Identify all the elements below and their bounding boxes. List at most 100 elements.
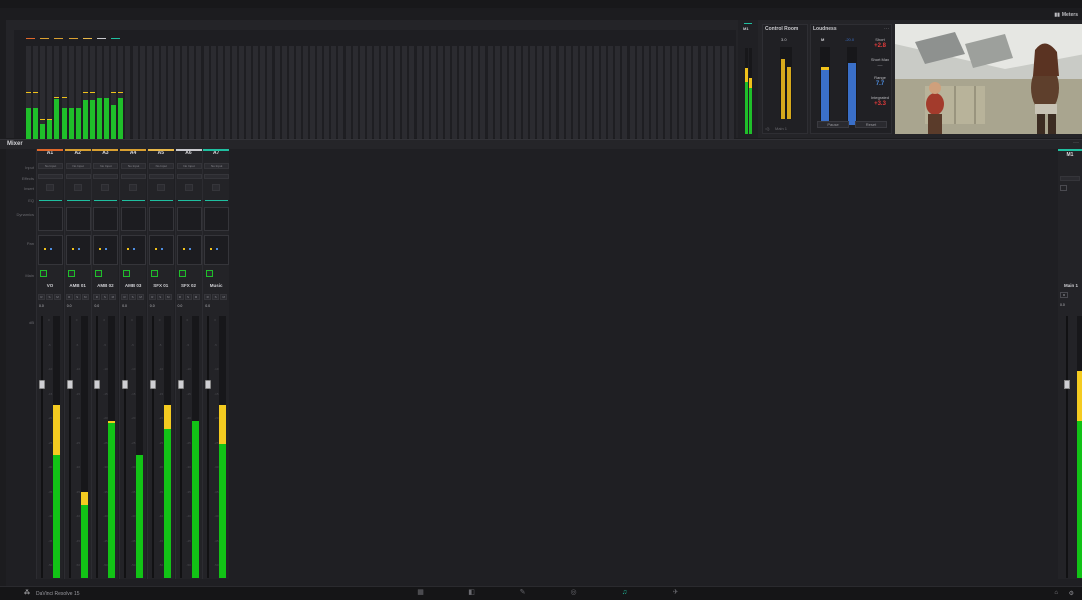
effects-slot[interactable] xyxy=(93,174,119,179)
fader-cap[interactable] xyxy=(122,380,129,389)
fairlight-page-icon[interactable]: ♫ xyxy=(620,589,629,597)
input-selector[interactable]: No Input xyxy=(204,163,230,169)
fader-cap[interactable] xyxy=(39,380,45,389)
dynamics-graph[interactable] xyxy=(176,207,202,231)
color-page-icon[interactable]: ◎ xyxy=(569,589,578,597)
fusion-page-icon[interactable]: ✎ xyxy=(518,589,527,597)
eq-curve[interactable] xyxy=(66,200,90,201)
pan-control[interactable] xyxy=(176,235,202,265)
insert-button[interactable] xyxy=(212,184,221,191)
input-selector[interactable]: No Input xyxy=(93,163,119,169)
solo-button[interactable]: S xyxy=(101,294,109,300)
solo-button[interactable]: S xyxy=(129,294,137,300)
edit-page-icon[interactable]: ◧ xyxy=(467,589,476,597)
input-selector[interactable]: No Input xyxy=(38,163,63,169)
main-fader-cap[interactable] xyxy=(1064,380,1070,389)
main-assign-button[interactable] xyxy=(206,270,214,277)
mute-button[interactable]: M xyxy=(192,294,200,300)
main-assign-button[interactable] xyxy=(67,270,75,277)
fader-cap[interactable] xyxy=(66,380,73,389)
effects-slot[interactable] xyxy=(121,174,147,179)
mute-button[interactable]: M xyxy=(137,294,145,300)
record-button[interactable]: R xyxy=(65,294,73,300)
solo-button[interactable]: S xyxy=(46,294,53,300)
mute-button[interactable]: M xyxy=(54,294,61,300)
meters-panel: M1 Control Room 3.0 ◁) Main 1 Loudness ·… xyxy=(6,20,1082,146)
main-insert-button[interactable] xyxy=(1060,185,1067,191)
effects-slot[interactable] xyxy=(204,174,230,179)
record-button[interactable]: R xyxy=(93,294,101,300)
meters-toggle-button[interactable]: ▮▮ Meters xyxy=(1054,10,1078,19)
loudness-menu-icon[interactable]: ··· xyxy=(884,26,889,32)
record-button[interactable]: R xyxy=(121,294,129,300)
eq-curve[interactable] xyxy=(205,200,229,201)
pan-control[interactable] xyxy=(93,235,119,265)
insert-button[interactable] xyxy=(46,184,54,191)
record-button[interactable]: R xyxy=(204,294,212,300)
record-button[interactable]: R xyxy=(176,294,184,300)
record-button[interactable]: R xyxy=(38,294,45,300)
effects-slot[interactable] xyxy=(148,174,174,179)
eq-curve[interactable] xyxy=(94,200,118,201)
speaker-icon[interactable]: ◁) xyxy=(765,126,769,131)
main-assign-button[interactable] xyxy=(40,270,47,277)
solo-button[interactable]: S xyxy=(156,294,164,300)
insert-button[interactable] xyxy=(184,184,193,191)
fader-cap[interactable] xyxy=(149,380,156,389)
solo-button[interactable]: S xyxy=(212,294,220,300)
pan-control[interactable] xyxy=(204,235,230,265)
deliver-page-icon[interactable]: ✈ xyxy=(671,589,680,597)
loudness-pause-button[interactable]: Pause xyxy=(817,121,849,128)
pan-control[interactable] xyxy=(38,235,63,265)
record-button[interactable]: R xyxy=(148,294,156,300)
mute-button[interactable]: M xyxy=(109,294,117,300)
mute-button[interactable]: M xyxy=(220,294,228,300)
pan-control[interactable] xyxy=(65,235,91,265)
input-selector[interactable]: No Input xyxy=(121,163,147,169)
main-assign-button[interactable] xyxy=(95,270,103,277)
insert-button[interactable] xyxy=(129,184,138,191)
loudness-title: Loudness xyxy=(813,26,837,32)
mixer-menu-icon[interactable]: ··· xyxy=(1073,140,1079,146)
solo-button[interactable]: S xyxy=(73,294,81,300)
input-selector[interactable]: No Input xyxy=(148,163,174,169)
effects-slot[interactable] xyxy=(65,174,91,179)
eq-curve[interactable] xyxy=(122,200,146,201)
insert-button[interactable] xyxy=(101,184,110,191)
pan-control[interactable] xyxy=(148,235,174,265)
insert-button[interactable] xyxy=(156,184,165,191)
effects-slot[interactable] xyxy=(176,174,202,179)
dynamics-graph[interactable] xyxy=(121,207,147,231)
effects-slot[interactable] xyxy=(38,174,63,179)
video-viewer[interactable] xyxy=(895,24,1082,134)
main-effects-slot[interactable] xyxy=(1060,176,1080,181)
mute-button[interactable]: M xyxy=(164,294,172,300)
eq-curve[interactable] xyxy=(177,200,201,201)
main-assign-button[interactable] xyxy=(178,270,186,277)
mute-button[interactable]: M xyxy=(81,294,89,300)
settings-gear-icon[interactable]: ⚙ xyxy=(1069,590,1074,597)
main-assign-button[interactable] xyxy=(150,270,158,277)
eq-curve[interactable] xyxy=(39,200,62,201)
eq-curve[interactable] xyxy=(149,200,173,201)
dynamics-graph[interactable] xyxy=(204,207,230,231)
home-icon[interactable]: ⌂ xyxy=(1054,590,1058,596)
dynamics-graph[interactable] xyxy=(65,207,91,231)
media-page-icon[interactable]: ▦ xyxy=(416,589,425,597)
input-selector[interactable]: No Input xyxy=(176,163,202,169)
fader-cap[interactable] xyxy=(177,380,184,389)
dynamics-graph[interactable] xyxy=(148,207,174,231)
pan-control[interactable] xyxy=(121,235,147,265)
dynamics-graph[interactable] xyxy=(38,207,63,231)
main-assign-button[interactable] xyxy=(123,270,131,277)
control-room-panel: Control Room 3.0 ◁) Main 1 xyxy=(762,24,808,134)
insert-button[interactable] xyxy=(73,184,82,191)
fader-cap[interactable] xyxy=(205,380,212,389)
loudness-reset-button[interactable]: Reset xyxy=(855,121,887,128)
control-room-dim-label[interactable]: Main 1 xyxy=(775,126,787,131)
input-selector[interactable]: No Input xyxy=(65,163,91,169)
solo-button[interactable]: S xyxy=(184,294,192,300)
fader-cap[interactable] xyxy=(94,380,101,389)
main-mute-button[interactable]: M xyxy=(1060,292,1068,298)
dynamics-graph[interactable] xyxy=(93,207,119,231)
